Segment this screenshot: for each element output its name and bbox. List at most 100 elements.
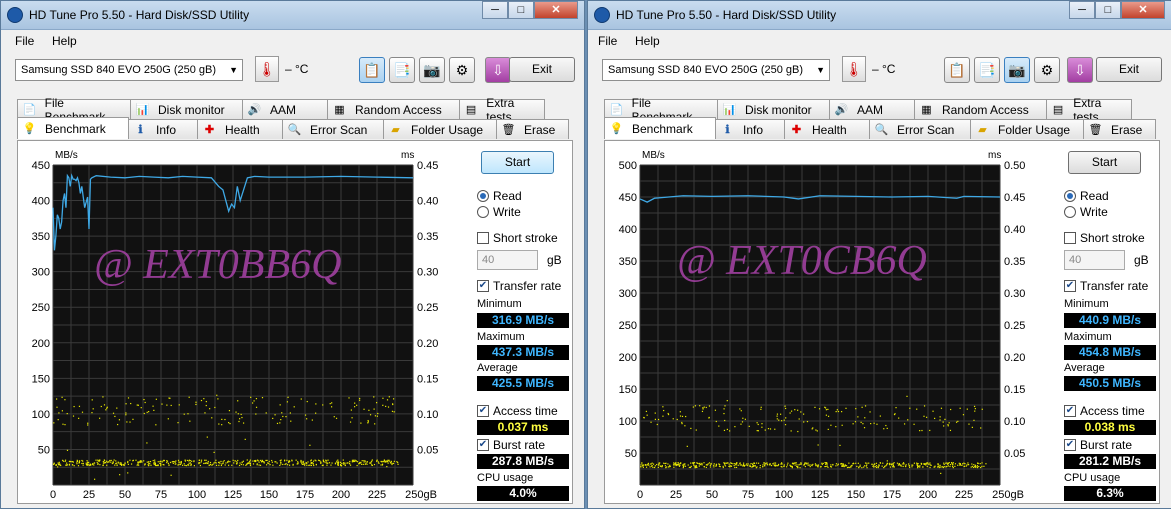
bar-chart-icon: 📊: [135, 103, 150, 116]
options-button[interactable]: ⚙: [449, 57, 475, 83]
thermometer-icon[interactable]: 🌡: [255, 56, 279, 82]
access-time-point: [391, 410, 394, 412]
maximize-button[interactable]: □: [1095, 1, 1121, 19]
start-button[interactable]: Start: [481, 151, 554, 174]
access-time-point: [672, 418, 674, 420]
access-time-point: [681, 422, 683, 425]
options-button[interactable]: ⚙: [1034, 57, 1060, 83]
short-stroke-checkbox[interactable]: Short stroke: [477, 231, 558, 245]
tab-erase[interactable]: 🗑 Erase: [1083, 119, 1156, 139]
copy-text-button[interactable]: 📑: [974, 57, 1000, 83]
save-button[interactable]: ⇩: [1067, 57, 1093, 83]
access-time-point: [944, 418, 946, 420]
access-time-point: [718, 465, 721, 467]
access-time-point: [380, 460, 382, 463]
stroke-spinbox[interactable]: 40: [1064, 250, 1125, 270]
access-time-point: [874, 466, 876, 468]
tab-folder-usage[interactable]: ▰ Folder Usage: [383, 119, 497, 139]
save-button[interactable]: ⇩: [485, 57, 511, 83]
menu-file[interactable]: File: [598, 34, 617, 48]
close-button[interactable]: ✕: [534, 1, 578, 19]
tab-info[interactable]: ℹ Info: [128, 119, 198, 139]
tab-folder-usage[interactable]: ▰ Folder Usage: [970, 119, 1084, 139]
copy-text-button[interactable]: 📑: [389, 57, 415, 83]
transfer-rate-checkbox[interactable]: ✔ Transfer rate: [1064, 279, 1148, 293]
drive-select[interactable]: Samsung SSD 840 EVO 250G (250 gB) ▼: [602, 59, 830, 81]
write-radio[interactable]: Write: [1064, 205, 1108, 219]
copy-info-button[interactable]: 📋: [944, 57, 970, 83]
title-bar[interactable]: HD Tune Pro 5.50 - Hard Disk/SSD Utility…: [1, 1, 584, 30]
stroke-unit: gB: [1134, 253, 1149, 267]
access-time-point: [929, 466, 931, 469]
access-time-point: [930, 464, 932, 466]
tab-aam[interactable]: 🔊 AAM: [242, 99, 328, 119]
tab-info[interactable]: ℹ Info: [715, 119, 785, 139]
tab-disk-monitor[interactable]: 📊 Disk monitor: [130, 99, 243, 119]
minimize-button[interactable]: ─: [1069, 1, 1095, 19]
tab-erase[interactable]: 🗑 Erase: [496, 119, 569, 139]
tab-file-benchmark[interactable]: 📄File Benchmark: [17, 96, 131, 124]
tab-extra-tests[interactable]: ▤ Extra tests: [459, 96, 545, 124]
stroke-spinbox[interactable]: 40: [477, 250, 538, 270]
read-radio[interactable]: Read: [1064, 189, 1109, 203]
write-radio[interactable]: Write: [477, 205, 521, 219]
access-time-checkbox[interactable]: ✔ Access time: [477, 404, 558, 418]
exit-button[interactable]: Exit: [1096, 57, 1162, 82]
access-time-point: [861, 406, 863, 408]
screenshot-button[interactable]: 📷: [419, 57, 445, 83]
chevron-down-icon: ▼: [229, 65, 238, 75]
minimize-button[interactable]: ─: [482, 1, 508, 19]
tab-benchmark[interactable]: 💡 Benchmark: [604, 117, 716, 139]
close-button[interactable]: ✕: [1121, 1, 1165, 19]
tab-aam[interactable]: 🔊 AAM: [829, 99, 915, 119]
access-time-point: [378, 462, 380, 464]
tab-file-benchmark[interactable]: 📄File Benchmark: [604, 96, 718, 124]
tab-disk-monitor[interactable]: 📊 Disk monitor: [717, 99, 830, 119]
exit-button[interactable]: Exit: [509, 57, 575, 82]
access-time-point: [344, 462, 346, 464]
copy-info-button[interactable]: 📋: [359, 57, 385, 83]
burst-rate-checkbox[interactable]: ✔ Burst rate: [1064, 438, 1132, 452]
tab-health[interactable]: ✚ Health: [784, 119, 870, 139]
tab-benchmark[interactable]: 💡 Benchmark: [17, 117, 129, 139]
tab-error-scan[interactable]: 🔍 Error Scan: [869, 119, 971, 139]
access-time-point: [890, 463, 892, 465]
burst-rate-checkbox[interactable]: ✔ Burst rate: [477, 438, 545, 452]
thermometer-icon[interactable]: 🌡: [842, 56, 866, 82]
access-time-point: [767, 464, 769, 466]
maximize-button[interactable]: □: [508, 1, 534, 19]
drive-select[interactable]: Samsung SSD 840 EVO 250G (250 gB) ▼: [15, 59, 243, 81]
short-stroke-checkbox[interactable]: Short stroke: [1064, 231, 1145, 245]
access-time-point: [715, 464, 718, 466]
tab-extra-tests[interactable]: ▤ Extra tests: [1046, 96, 1132, 124]
menu-help[interactable]: Help: [52, 34, 77, 48]
tab-health[interactable]: ✚ Health: [197, 119, 283, 139]
access-time-point: [645, 466, 648, 468]
start-button[interactable]: Start: [1068, 151, 1141, 174]
access-time-point: [895, 407, 897, 409]
transfer-rate-checkbox[interactable]: ✔ Transfer rate: [477, 279, 561, 293]
read-radio[interactable]: Read: [477, 189, 522, 203]
tab-error-scan[interactable]: 🔍 Error Scan: [282, 119, 384, 139]
access-time-point: [656, 463, 658, 466]
access-time-point: [799, 463, 801, 465]
screenshot-button[interactable]: 📷: [1004, 57, 1030, 83]
access-time-point: [870, 423, 872, 425]
access-time-point: [781, 463, 783, 465]
access-time-point: [981, 462, 983, 464]
access-time-point: [127, 472, 129, 474]
access-time-checkbox[interactable]: ✔ Access time: [1064, 404, 1145, 418]
access-time-point: [245, 464, 247, 466]
access-time-point: [849, 466, 851, 469]
tab-random-access[interactable]: ▦ Random Access: [327, 99, 460, 119]
access-time-point: [341, 462, 343, 464]
menu-file[interactable]: File: [15, 34, 34, 48]
menu-help[interactable]: Help: [635, 34, 660, 48]
access-time-point: [107, 461, 110, 463]
access-time-point: [123, 464, 125, 466]
title-bar[interactable]: HD Tune Pro 5.50 - Hard Disk/SSD Utility…: [588, 1, 1171, 30]
tab-random-access[interactable]: ▦ Random Access: [914, 99, 1047, 119]
cpu-usage-value: 4.0%: [477, 486, 569, 501]
average-value: 450.5 MB/s: [1064, 376, 1156, 391]
access-time-point: [362, 463, 364, 465]
